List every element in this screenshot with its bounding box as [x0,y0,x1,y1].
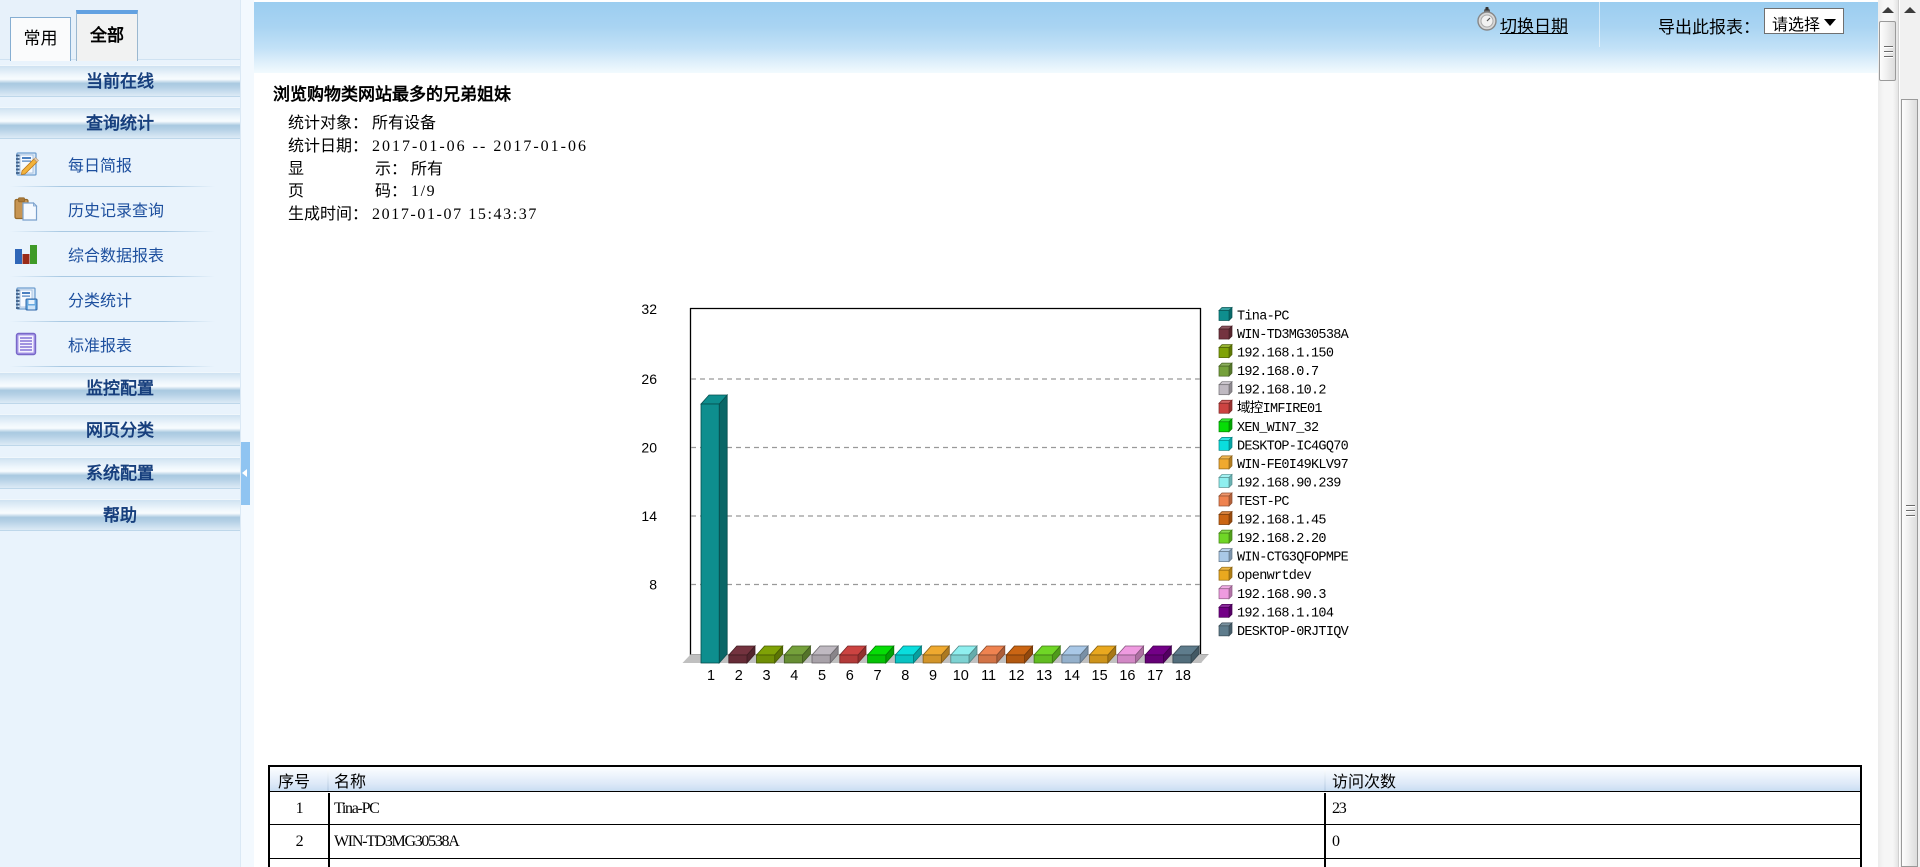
svg-text:192.168.2.20: 192.168.2.20 [1237,532,1326,547]
svg-text:15: 15 [1092,668,1108,684]
svg-text:11: 11 [981,668,996,684]
svg-text:WIN-TD3MG30538A: WIN-TD3MG30538A [1237,328,1350,343]
svg-text:26: 26 [641,371,657,387]
svg-text:WIN-CTG3QFOPMPE: WIN-CTG3QFOPMPE [1237,551,1349,566]
svg-text:10: 10 [953,668,969,684]
svg-text:9: 9 [929,668,937,684]
svg-text:DESKTOP-0RJTIQV: DESKTOP-0RJTIQV [1237,625,1350,640]
svg-text:192.168.90.3: 192.168.90.3 [1237,588,1326,603]
svg-text:192.168.1.104: 192.168.1.104 [1237,606,1334,621]
svg-text:8: 8 [901,668,909,684]
svg-text:4: 4 [790,668,798,684]
svg-text:XEN_WIN7_32: XEN_WIN7_32 [1237,421,1319,436]
svg-text:域控IMFIRE01: 域控IMFIRE01 [1237,400,1322,417]
svg-text:5: 5 [818,668,826,684]
svg-text:17: 17 [1147,668,1163,684]
svg-text:13: 13 [1036,668,1052,684]
svg-text:16: 16 [1119,668,1135,684]
svg-text:3: 3 [762,668,770,684]
svg-text:18: 18 [1175,668,1191,684]
svg-text:20: 20 [641,440,657,456]
svg-text:WIN-FE0I49KLV97: WIN-FE0I49KLV97 [1237,458,1349,473]
svg-text:2: 2 [735,668,743,684]
svg-text:12: 12 [1008,668,1024,684]
svg-text:openwrtdev: openwrtdev [1237,569,1312,584]
svg-text:7: 7 [874,668,882,684]
svg-text:14: 14 [1064,668,1080,684]
svg-text:192.168.10.2: 192.168.10.2 [1237,384,1326,399]
svg-text:DESKTOP-IC4GQ70: DESKTOP-IC4GQ70 [1237,439,1349,454]
svg-text:TEST-PC: TEST-PC [1237,495,1289,510]
svg-text:192.168.0.7: 192.168.0.7 [1237,365,1319,380]
svg-text:192.168.1.45: 192.168.1.45 [1237,514,1326,529]
svg-text:1: 1 [707,668,715,684]
svg-text:192.168.1.150: 192.168.1.150 [1237,347,1334,362]
svg-text:14: 14 [641,508,657,524]
svg-text:8: 8 [649,577,657,593]
svg-text:6: 6 [846,668,854,684]
svg-text:32: 32 [641,301,657,317]
svg-text:Tina-PC: Tina-PC [1237,310,1289,325]
svg-text:192.168.90.239: 192.168.90.239 [1237,477,1341,492]
